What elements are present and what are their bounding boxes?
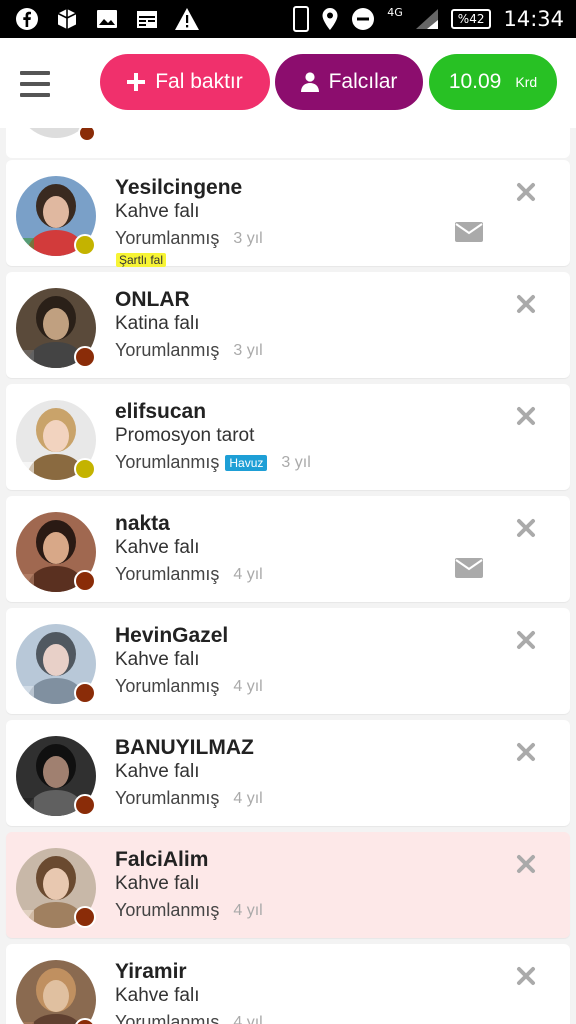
get-fortune-button[interactable]: Fal baktır xyxy=(100,54,270,110)
fortune-list[interactable]: Yesilcingene Kahve falı Yorumlanmış 3 yıl Şa… xyxy=(0,128,576,1024)
close-icon[interactable] xyxy=(516,182,536,202)
fortune-type: Kahve falı xyxy=(115,985,200,1006)
fortune-status: Yorumlanmış xyxy=(115,340,220,360)
fortune-meta: Yorumlanmış 4 yıl xyxy=(115,676,263,697)
close-icon[interactable] xyxy=(516,294,536,314)
status-dot xyxy=(74,458,96,480)
image-icon xyxy=(94,6,120,32)
list-item[interactable]: ONLAR Katina falı Yorumlanmış 3 yıl xyxy=(6,272,570,378)
fortune-type: Kahve falı xyxy=(115,649,200,670)
fortune-status: Yorumlanmış xyxy=(115,788,220,808)
plus-icon xyxy=(127,73,146,91)
fortune-age: 3 yıl xyxy=(233,229,263,247)
signal-icon xyxy=(415,9,438,29)
fortune-teller-name: Yesilcingene xyxy=(115,176,243,199)
fortune-age: 3 yıl xyxy=(233,341,263,359)
fortune-tellers-button[interactable]: Falcılar xyxy=(275,54,423,110)
status-bar: 4G %42 14:34 xyxy=(0,0,576,38)
status-dot xyxy=(74,234,96,256)
fortune-teller-name: BANUYILMAZ xyxy=(115,736,254,759)
fortune-age: 3 yıl xyxy=(281,453,311,471)
list-item-partial[interactable] xyxy=(6,128,570,158)
list-item[interactable]: Yesilcingene Kahve falı Yorumlanmış 3 yıl Şa… xyxy=(6,160,570,267)
fortune-status: Yorumlanmış xyxy=(115,1012,220,1024)
clock: 14:34 xyxy=(503,7,564,31)
fortune-status: Yorumlanmış xyxy=(115,228,220,248)
status-dot xyxy=(74,906,96,928)
mail-icon[interactable] xyxy=(455,558,483,578)
fortune-type: Kahve falı xyxy=(115,201,200,222)
package-icon xyxy=(54,6,80,32)
fortune-meta: Yorumlanmış 3 yıl xyxy=(115,228,263,249)
fortune-status: Yorumlanmış xyxy=(115,452,220,472)
network-type: 4G xyxy=(387,5,403,19)
fortune-type: Katina falı xyxy=(115,313,200,334)
fortune-age: 4 yıl xyxy=(233,677,263,695)
conditional-fortune-tag: Şartlı fal xyxy=(116,253,167,267)
fortune-status: Yorumlanmış xyxy=(115,564,220,584)
warning-icon xyxy=(174,6,200,32)
fortune-teller-name: Yiramir xyxy=(115,960,187,983)
fortune-meta: Yorumlanmış Havuz 3 yıl xyxy=(115,452,311,473)
battery-indicator: %42 xyxy=(450,9,492,29)
list-item[interactable]: BANUYILMAZ Kahve falı Yorumlanmış 4 yıl xyxy=(6,720,570,826)
fortune-status: Yorumlanmış xyxy=(115,900,220,920)
fortune-teller-name: HevinGazel xyxy=(115,624,229,647)
fortune-meta: Yorumlanmış 4 yıl xyxy=(115,900,263,921)
credits-unit: Krd xyxy=(515,74,538,90)
get-fortune-label: Fal baktır xyxy=(155,70,243,93)
hamburger-menu-icon[interactable] xyxy=(20,71,50,97)
credits-value: 10.09 xyxy=(448,70,502,93)
close-icon[interactable] xyxy=(516,742,536,762)
list-item[interactable]: elifsucan Promosyon tarot Yorumlanmış Havuz… xyxy=(6,384,570,490)
status-dot xyxy=(74,346,96,368)
close-icon[interactable] xyxy=(516,854,536,874)
fortune-type: Kahve falı xyxy=(115,873,200,894)
close-icon[interactable] xyxy=(516,406,536,426)
location-icon xyxy=(322,8,338,30)
fortune-teller-name: FalciAlim xyxy=(115,848,209,871)
phone-icon xyxy=(293,6,310,32)
status-dot xyxy=(74,794,96,816)
status-dot xyxy=(74,570,96,592)
notification-icons xyxy=(14,6,200,32)
fortune-age: 4 yıl xyxy=(233,901,263,919)
fortune-type: Kahve falı xyxy=(115,537,200,558)
fortune-meta: Yorumlanmış 4 yıl xyxy=(115,1012,263,1024)
list-item[interactable]: Yiramir Kahve falı Yorumlanmış 4 yıl xyxy=(6,944,570,1024)
fortune-type: Kahve falı xyxy=(115,761,200,782)
list-item[interactable]: nakta Kahve falı Yorumlanmış 4 yıl xyxy=(6,496,570,602)
fortune-meta: Yorumlanmış 4 yıl xyxy=(115,564,263,585)
fortune-meta: Yorumlanmış 3 yıl xyxy=(115,340,263,361)
pool-badge: Havuz xyxy=(225,454,268,471)
fortune-status: Yorumlanmış xyxy=(115,676,220,696)
close-icon[interactable] xyxy=(516,966,536,986)
facebook-icon xyxy=(14,6,40,32)
user-icon xyxy=(300,72,319,92)
fortune-meta: Yorumlanmış 4 yıl xyxy=(115,788,263,809)
fortune-teller-name: ONLAR xyxy=(115,288,190,311)
fortune-age: 4 yıl xyxy=(233,789,263,807)
credits-button[interactable]: 10.09 Krd xyxy=(429,54,557,110)
mail-icon[interactable] xyxy=(455,222,483,242)
status-dot xyxy=(74,682,96,704)
fortune-type: Promosyon tarot xyxy=(115,425,255,446)
do-not-disturb-icon xyxy=(352,8,375,30)
close-icon[interactable] xyxy=(516,518,536,538)
fortune-age: 4 yıl xyxy=(233,565,263,583)
fortune-age: 4 yıl xyxy=(233,1013,263,1024)
app-bar: Fal baktır Falcılar 10.09 Krd xyxy=(0,38,576,128)
system-icons: 4G %42 14:34 xyxy=(293,4,564,34)
close-icon[interactable] xyxy=(516,630,536,650)
fortune-teller-name: nakta xyxy=(115,512,170,535)
fortune-teller-name: elifsucan xyxy=(115,400,207,423)
fortune-tellers-label: Falcılar xyxy=(328,70,398,93)
list-item[interactable]: FalciAlim Kahve falı Yorumlanmış 4 yıl xyxy=(6,832,570,938)
avatar xyxy=(16,960,96,1024)
status-dot xyxy=(78,128,96,142)
list-item[interactable]: HevinGazel Kahve falı Yorumlanmış 4 yıl xyxy=(6,608,570,714)
calendar-icon xyxy=(134,6,160,32)
